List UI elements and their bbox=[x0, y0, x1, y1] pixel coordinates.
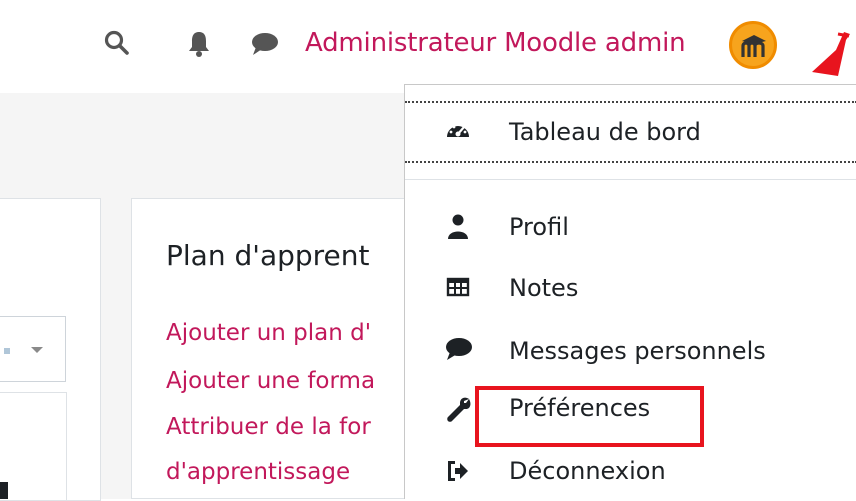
select-value-fragment bbox=[4, 348, 10, 354]
top-navbar: Administrateur Moodle admin bbox=[0, 0, 856, 93]
menu-item-label: Notes bbox=[509, 274, 579, 302]
chevron-down-icon bbox=[31, 347, 43, 353]
user-icon bbox=[445, 213, 471, 239]
filter-select[interactable] bbox=[0, 316, 66, 382]
menu-divider bbox=[405, 179, 856, 180]
card-title: Plan d'apprent bbox=[166, 239, 370, 272]
menu-item-logout[interactable]: Déconnexion bbox=[405, 442, 856, 499]
user-name-link[interactable]: Administrateur Moodle admin bbox=[305, 26, 686, 60]
add-plan-link[interactable]: Ajouter un plan d' bbox=[166, 318, 371, 348]
sign-out-icon bbox=[445, 458, 471, 484]
table-icon bbox=[445, 274, 471, 300]
dashboard-icon bbox=[445, 119, 471, 145]
wrench-icon bbox=[445, 396, 471, 422]
red-arrow-annotation bbox=[808, 30, 850, 82]
bell-icon[interactable] bbox=[184, 28, 214, 58]
add-template-link[interactable]: Ajouter une forma bbox=[166, 366, 375, 396]
assign-link-continued[interactable]: d'apprentissage bbox=[166, 457, 350, 487]
menu-item-profile[interactable]: Profil bbox=[405, 199, 856, 257]
left-text-fragment bbox=[0, 482, 8, 499]
menu-item-grades[interactable]: Notes bbox=[405, 260, 856, 318]
assign-link[interactable]: Attribuer de la for bbox=[166, 412, 371, 442]
comment-icon bbox=[445, 336, 472, 362]
moodle-logo-icon bbox=[741, 35, 766, 57]
avatar[interactable] bbox=[729, 21, 777, 69]
menu-item-label: Messages personnels bbox=[509, 337, 766, 365]
message-bubble-icon[interactable] bbox=[250, 28, 280, 58]
left-inner-panel bbox=[0, 392, 67, 501]
search-icon[interactable] bbox=[102, 28, 132, 58]
menu-item-label: Profil bbox=[509, 213, 569, 241]
menu-item-messages[interactable]: Messages personnels bbox=[405, 322, 856, 380]
menu-item-label: Déconnexion bbox=[509, 457, 666, 485]
menu-item-label: Tableau de bord bbox=[509, 118, 701, 146]
highlight-annotation-box bbox=[475, 386, 704, 447]
menu-item-dashboard[interactable]: Tableau de bord bbox=[405, 101, 856, 163]
